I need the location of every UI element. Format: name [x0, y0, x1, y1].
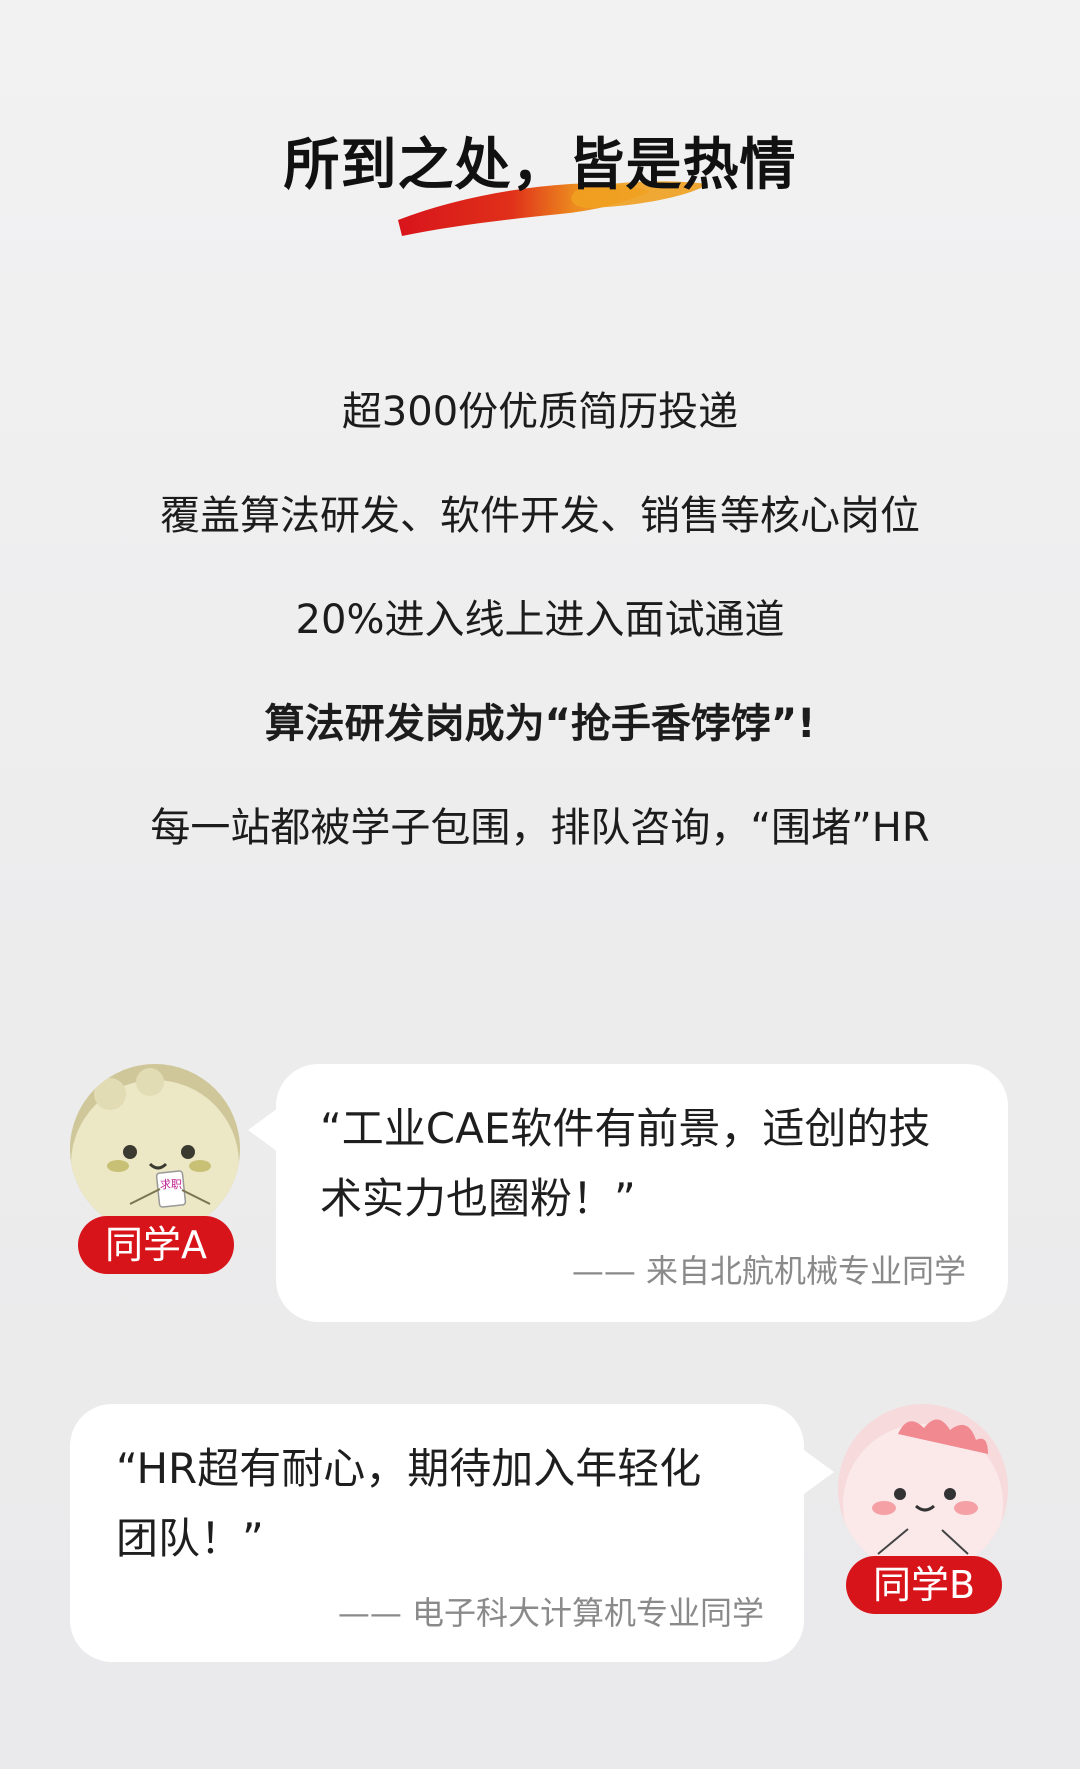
- quote-line: 团队！”: [116, 1514, 264, 1563]
- quote-line: “工业CAE软件有前景，适创的技: [320, 1104, 931, 1153]
- avatar-card-text: 求职: [160, 1178, 182, 1191]
- stat-line: 每一站都被学子包围，排队咨询，“围堵”HR: [150, 805, 930, 851]
- stat-line: 覆盖算法研发、软件开发、销售等核心岗位: [160, 493, 920, 539]
- testimonial-b: “HR超有耐心，期待加入年轻化 团队！” —— 电子科大计算机专业同学 同学B: [0, 1400, 1080, 1670]
- bubble-tail: [804, 1450, 834, 1494]
- stat-line: 超300份优质简历投递: [341, 389, 739, 435]
- pink-dinosaur-character-icon: [838, 1404, 1008, 1574]
- title-section: 所到之处，皆是热情: [0, 120, 1080, 236]
- quote-line: “HR超有耐心，期待加入年轻化: [116, 1444, 702, 1493]
- page: 所到之处，皆是热情 超300份优质简历投递 覆盖算法研发、软件开发、销售等核心岗…: [0, 0, 1080, 1769]
- name-badge-a: 同学A: [78, 1216, 234, 1274]
- testimonial-a: 求职 同学A “工业CAE软件有前景，适创的技 术实力也圈粉！” —— 来自北航…: [0, 1060, 1080, 1330]
- name-badge-b: 同学B: [846, 1556, 1002, 1614]
- quote-line: 术实力也圈粉！”: [320, 1174, 636, 1223]
- stat-line: 20%进入线上进入面试通道: [295, 597, 785, 643]
- dumpling-character-icon: 求职: [70, 1064, 240, 1234]
- stats-list: 超300份优质简历投递 覆盖算法研发、软件开发、销售等核心岗位 20%进入线上进…: [0, 360, 1080, 880]
- quote-bubble-b: “HR超有耐心，期待加入年轻化 团队！” —— 电子科大计算机专业同学: [70, 1404, 804, 1662]
- quote-source: —— 电子科大计算机专业同学: [337, 1594, 764, 1632]
- stat-line-highlight: 算法研发岗成为“抢手香饽饽”!: [264, 701, 816, 747]
- page-title: 所到之处，皆是热情: [283, 133, 797, 198]
- avatar-b: [838, 1404, 1008, 1574]
- avatar-a: 求职: [70, 1064, 240, 1234]
- quote-bubble-a: “工业CAE软件有前景，适创的技 术实力也圈粉！” —— 来自北航机械专业同学: [276, 1064, 1008, 1322]
- bubble-tail: [248, 1108, 278, 1152]
- quote-source: —— 来自北航机械专业同学: [571, 1252, 966, 1290]
